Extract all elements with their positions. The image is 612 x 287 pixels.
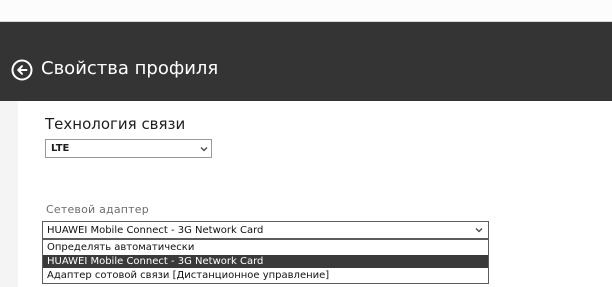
dropdown-option-auto[interactable]: Определять автоматически: [43, 241, 488, 254]
chevron-down-icon: [475, 228, 483, 233]
dropdown-option-huawei[interactable]: HUAWEI Mobile Connect - 3G Network Card: [43, 255, 488, 268]
technology-select[interactable]: LTE: [45, 139, 212, 158]
page-title: Свойства профиля: [41, 58, 219, 79]
technology-label: Технология связи: [45, 115, 186, 133]
adapter-select[interactable]: HUAWEI Mobile Connect - 3G Network Card: [42, 221, 489, 239]
technology-select-value: LTE: [51, 143, 70, 154]
top-blank-area: [0, 0, 612, 22]
adapter-label: Сетевой адаптер: [46, 203, 149, 216]
page-header: Свойства профиля: [0, 22, 612, 101]
adapter-select-value: HUAWEI Mobile Connect - 3G Network Card: [47, 225, 264, 236]
dropdown-option-remote-adapter[interactable]: Адаптер сотовой связи [Дистанционное упр…: [43, 269, 488, 282]
left-edge-strip: [0, 101, 18, 287]
chevron-down-icon: [200, 147, 208, 152]
adapter-dropdown-list: Определять автоматически HUAWEI Mobile C…: [42, 239, 489, 284]
back-button[interactable]: [11, 59, 33, 81]
